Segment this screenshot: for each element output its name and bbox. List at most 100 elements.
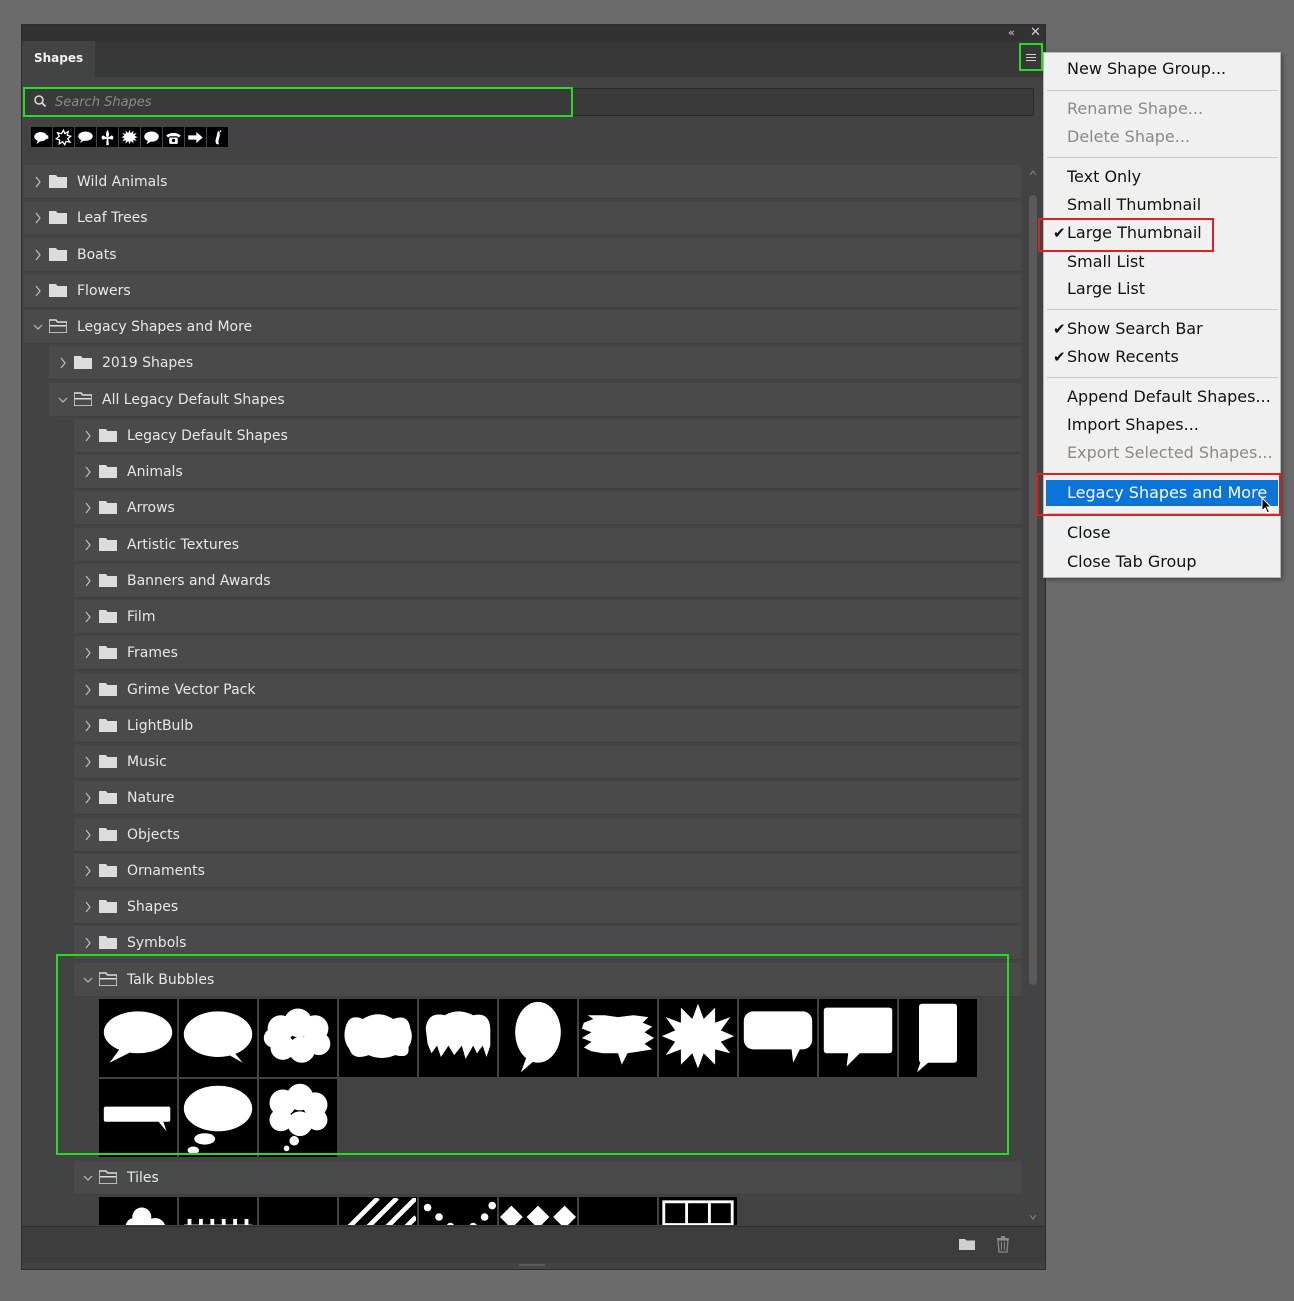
menu-item-new-shape-group[interactable]: New Shape Group... bbox=[1046, 56, 1278, 82]
tree-row[interactable]: Shapes bbox=[74, 890, 1021, 924]
tree-row[interactable]: Talk Bubbles bbox=[74, 963, 1021, 997]
chevron-right-icon[interactable] bbox=[82, 564, 94, 598]
tree-row[interactable]: Arrows bbox=[74, 491, 1021, 525]
tree-row[interactable]: Legacy Default Shapes bbox=[74, 419, 1021, 453]
tree-row[interactable]: Boats bbox=[24, 238, 1021, 272]
shape-thumbnail[interactable] bbox=[339, 1197, 417, 1225]
shape-thumbnail[interactable] bbox=[579, 1197, 657, 1225]
tree-row[interactable]: Frames bbox=[74, 636, 1021, 670]
chevron-right-icon[interactable] bbox=[32, 201, 44, 235]
menu-item-close[interactable]: Close bbox=[1046, 520, 1278, 546]
tree-row[interactable]: Film bbox=[74, 600, 1021, 634]
shape-thumbnail[interactable] bbox=[259, 1197, 337, 1225]
chevron-right-icon[interactable] bbox=[32, 274, 44, 308]
shape-thumbnail[interactable] bbox=[99, 1197, 177, 1225]
tree-row[interactable]: Objects bbox=[74, 818, 1021, 852]
menu-item-append-default-shapes[interactable]: Append Default Shapes... bbox=[1046, 384, 1278, 410]
scroll-up-icon[interactable] bbox=[1029, 169, 1037, 177]
shape-thumbnail[interactable] bbox=[499, 1197, 577, 1225]
recent-shape[interactable] bbox=[119, 127, 140, 147]
recent-shape[interactable] bbox=[163, 127, 184, 147]
search-input[interactable] bbox=[55, 92, 555, 112]
chevron-down-icon[interactable] bbox=[82, 1161, 94, 1195]
chevron-down-icon[interactable] bbox=[57, 383, 69, 417]
tree-row[interactable]: Wild Animals bbox=[24, 165, 1021, 199]
new-folder-icon[interactable] bbox=[958, 1235, 976, 1253]
menu-item-show-search-bar[interactable]: ✔ Show Search Bar bbox=[1046, 316, 1278, 342]
double-chevron-left-icon[interactable]: « bbox=[1008, 25, 1015, 41]
recent-shape[interactable] bbox=[185, 127, 206, 147]
shape-thumbnail[interactable] bbox=[99, 999, 177, 1077]
shape-thumbnail[interactable] bbox=[419, 1197, 497, 1225]
tree-row[interactable]: Music bbox=[74, 745, 1021, 779]
recent-shape[interactable] bbox=[31, 127, 52, 147]
tree-row[interactable]: LightBulb bbox=[74, 709, 1021, 743]
tree-row[interactable]: All Legacy Default Shapes bbox=[49, 383, 1021, 417]
shape-thumbnail[interactable] bbox=[659, 1197, 737, 1225]
chevron-right-icon[interactable] bbox=[82, 600, 94, 634]
menu-item-legacy-shapes-and-more[interactable]: Legacy Shapes and More bbox=[1046, 480, 1278, 506]
recent-shape[interactable] bbox=[207, 127, 228, 147]
menu-item-close-tab-group[interactable]: Close Tab Group bbox=[1046, 549, 1278, 575]
chevron-right-icon[interactable] bbox=[82, 745, 94, 779]
chevron-right-icon[interactable] bbox=[82, 491, 94, 525]
tree-row[interactable]: Symbols bbox=[74, 926, 1021, 960]
recent-shape[interactable] bbox=[141, 127, 162, 147]
tree-row[interactable]: Nature bbox=[74, 781, 1021, 815]
trash-icon[interactable] bbox=[994, 1235, 1012, 1253]
tab-shapes[interactable]: Shapes bbox=[22, 41, 96, 77]
recent-shape[interactable] bbox=[97, 127, 118, 147]
chevron-right-icon[interactable] bbox=[82, 818, 94, 852]
tree-row[interactable]: Grime Vector Pack bbox=[74, 673, 1021, 707]
tree-row[interactable]: Tiles bbox=[74, 1161, 1021, 1195]
chevron-right-icon[interactable] bbox=[82, 455, 94, 489]
menu-item-small-thumbnail[interactable]: Small Thumbnail bbox=[1046, 192, 1278, 218]
shape-thumbnail[interactable] bbox=[259, 1079, 337, 1157]
shape-thumbnail[interactable] bbox=[179, 1197, 257, 1225]
menu-item-text-only[interactable]: Text Only bbox=[1046, 164, 1278, 190]
tree-row[interactable]: 2019 Shapes bbox=[49, 346, 1021, 380]
chevron-right-icon[interactable] bbox=[82, 636, 94, 670]
chevron-right-icon[interactable] bbox=[82, 528, 94, 562]
menu-item-show-recents[interactable]: ✔ Show Recents bbox=[1046, 344, 1278, 370]
tree-row[interactable]: Ornaments bbox=[74, 854, 1021, 888]
chevron-down-icon[interactable] bbox=[82, 963, 94, 997]
recent-shape[interactable] bbox=[75, 127, 96, 147]
chevron-right-icon[interactable] bbox=[32, 238, 44, 272]
shape-thumbnail[interactable] bbox=[899, 999, 977, 1077]
shape-thumbnail[interactable] bbox=[259, 999, 337, 1077]
close-icon[interactable]: ✕ bbox=[1030, 25, 1041, 41]
chevron-right-icon[interactable] bbox=[82, 709, 94, 743]
chevron-right-icon[interactable] bbox=[82, 890, 94, 924]
tree-row[interactable]: Artistic Textures bbox=[74, 528, 1021, 562]
shape-thumbnail[interactable] bbox=[659, 999, 737, 1077]
tree-row[interactable]: Banners and Awards bbox=[74, 564, 1021, 598]
chevron-right-icon[interactable] bbox=[82, 673, 94, 707]
resize-grip[interactable] bbox=[519, 1264, 545, 1266]
chevron-right-icon[interactable] bbox=[82, 926, 94, 960]
scroll-down-icon[interactable] bbox=[1029, 1213, 1037, 1221]
scroll-thumb[interactable] bbox=[1029, 195, 1037, 985]
shape-thumbnail[interactable] bbox=[499, 999, 577, 1077]
chevron-right-icon[interactable] bbox=[82, 854, 94, 888]
tree-row[interactable]: Leaf Trees bbox=[24, 201, 1021, 235]
menu-item-large-thumbnail[interactable]: ✔ Large Thumbnail bbox=[1046, 220, 1278, 246]
shape-thumbnail[interactable] bbox=[179, 1079, 257, 1157]
shape-thumbnail[interactable] bbox=[739, 999, 817, 1077]
menu-item-large-list[interactable]: Large List bbox=[1046, 276, 1278, 302]
chevron-right-icon[interactable] bbox=[82, 419, 94, 453]
chevron-right-icon[interactable] bbox=[32, 165, 44, 199]
recent-shape[interactable] bbox=[53, 127, 74, 147]
tree-row[interactable]: Legacy Shapes and More bbox=[24, 310, 1021, 344]
shape-thumbnail[interactable] bbox=[339, 999, 417, 1077]
chevron-right-icon[interactable] bbox=[82, 781, 94, 815]
shape-thumbnail[interactable] bbox=[179, 999, 257, 1077]
chevron-right-icon[interactable] bbox=[57, 346, 69, 380]
shape-thumbnail[interactable] bbox=[819, 999, 897, 1077]
scrollbar[interactable] bbox=[1025, 165, 1041, 1225]
shape-thumbnail[interactable] bbox=[99, 1079, 177, 1157]
shape-thumbnail[interactable] bbox=[579, 999, 657, 1077]
panel-menu-button[interactable] bbox=[1019, 43, 1043, 71]
tree-row[interactable]: Animals bbox=[74, 455, 1021, 489]
menu-item-import-shapes[interactable]: Import Shapes... bbox=[1046, 412, 1278, 438]
